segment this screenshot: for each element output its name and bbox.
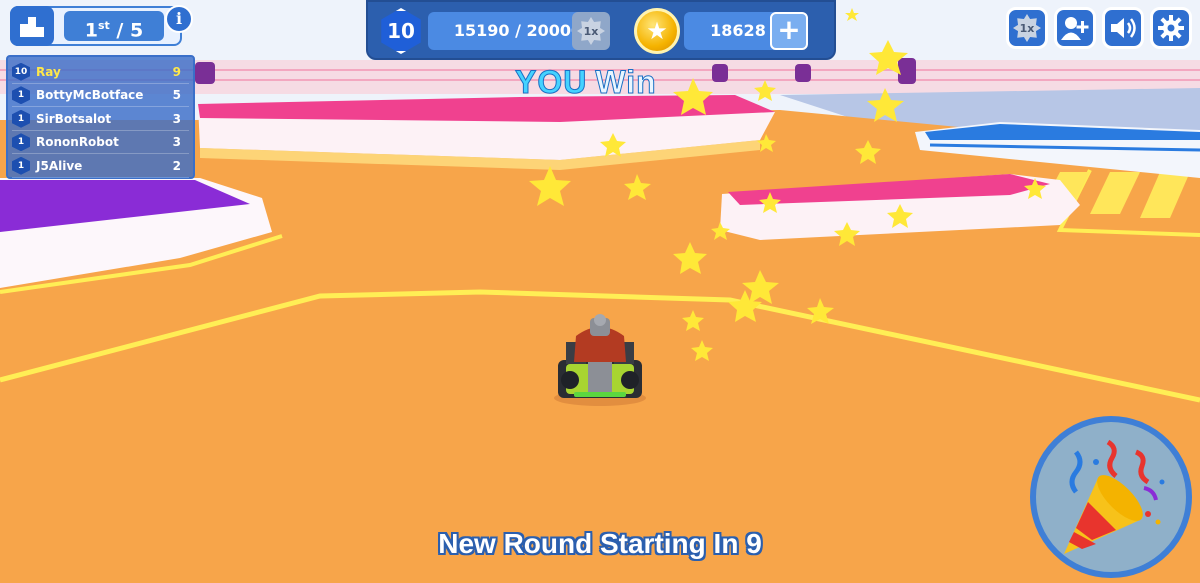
multiplier-button[interactable]: 1x <box>1006 7 1048 49</box>
rank-separator: / <box>116 19 124 42</box>
player-score: 3 <box>172 111 181 126</box>
sound-button[interactable] <box>1102 7 1144 49</box>
multiplier-icon: 1x <box>1013 14 1041 42</box>
win-message: YOU Win <box>514 64 657 101</box>
rank-total: 5 <box>130 19 144 42</box>
player-name: BottyMcBotface <box>36 88 144 103</box>
info-icon: i <box>175 9 183 28</box>
leaderboard-row: 1 SirBotsalot 3 <box>12 107 189 131</box>
rank-display: 1st / 5 <box>10 6 182 46</box>
add-friend-button[interactable] <box>1054 7 1096 49</box>
player-level-icon: 1 <box>12 109 30 128</box>
player-score: 3 <box>172 135 181 150</box>
xp-multiplier-button[interactable]: 1x <box>572 12 610 50</box>
podium-icon <box>10 6 54 46</box>
info-button[interactable]: i <box>165 5 193 33</box>
player-name: RononRobot <box>36 135 119 150</box>
party-popper-icon <box>1064 439 1165 554</box>
rank-suffix: st <box>97 19 110 32</box>
player-name: J5Alive <box>36 158 83 173</box>
player-level-badge: 10 <box>381 8 421 54</box>
add-friend-icon <box>1061 17 1089 40</box>
win-word-text: Win <box>595 64 657 101</box>
player-name: SirBotsalot <box>36 111 112 126</box>
leaderboard-row: 10 Ray 9 <box>12 60 189 84</box>
celebrate-button[interactable] <box>1030 416 1192 578</box>
leaderboard-row: 1 J5Alive 2 <box>12 154 189 178</box>
player-level-icon: 1 <box>12 86 30 105</box>
leaderboard: 10 Ray 9 1 BottyMcBotface 5 1 SirBotsalot 3 1 Rono… <box>6 55 195 179</box>
round-countdown: New Round Starting In 9 <box>438 528 762 559</box>
player-score: 5 <box>172 88 181 103</box>
player-score: 9 <box>172 64 181 79</box>
rank-place: 1 <box>84 19 98 42</box>
add-coins-button[interactable]: + <box>770 12 808 50</box>
row-divider <box>12 176 189 178</box>
player-level-icon: 1 <box>12 156 30 175</box>
player-level-icon: 10 <box>12 62 30 81</box>
leaderboard-row: 1 BottyMcBotface 5 <box>12 84 189 107</box>
coin-icon: ★ <box>634 8 680 54</box>
win-you-text: YOU <box>514 64 588 101</box>
player-score: 2 <box>172 158 181 173</box>
multiplier-badge-icon: 1x <box>577 17 605 45</box>
rank-text: 1st / 5 <box>64 11 164 41</box>
leaderboard-row: 1 RononRobot 3 <box>12 131 189 154</box>
player-name: Ray <box>36 64 61 79</box>
settings-button[interactable] <box>1150 7 1192 49</box>
progress-bar-panel: 10 15190 / 20000 1x ★ 18628 + <box>366 0 836 60</box>
player-level-icon: 1 <box>12 133 30 152</box>
settings-gear-icon <box>1158 15 1184 41</box>
sound-icon <box>1111 18 1136 38</box>
